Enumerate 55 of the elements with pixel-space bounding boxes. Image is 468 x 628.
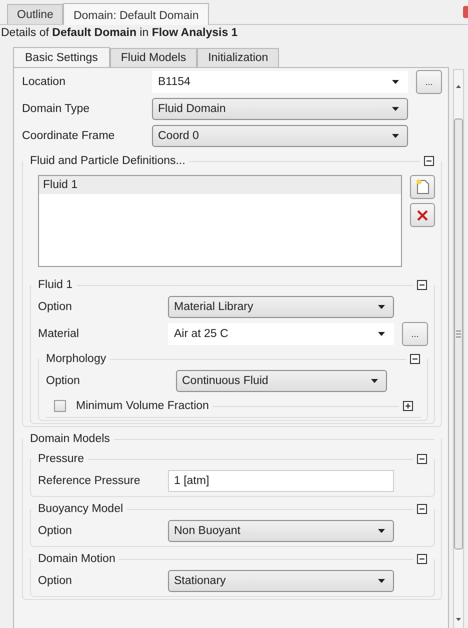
tab[interactable]: Outline	[7, 4, 64, 24]
field-label: Option	[38, 300, 73, 312]
expand-icon[interactable]	[403, 401, 413, 411]
collapse-icon[interactable]	[417, 504, 427, 514]
dropdown-arrow-icon[interactable]	[378, 304, 385, 308]
field-label: Location	[22, 76, 66, 88]
tab[interactable]: Basic Settings	[13, 47, 110, 68]
field-label: Material	[38, 328, 80, 340]
tab[interactable]: Fluid Models	[110, 48, 198, 67]
field-label: Reference Pressure	[38, 474, 142, 486]
browse-button[interactable]: ...	[416, 70, 442, 94]
input-field[interactable]: 1 [atm]	[168, 470, 394, 492]
dropdown-arrow-icon[interactable]	[371, 378, 378, 382]
group-title: Fluid 1	[38, 279, 73, 291]
tab[interactable]: Initialization	[197, 48, 280, 67]
combo-box[interactable]: Air at 25 C	[168, 322, 394, 344]
checkbox[interactable]	[54, 400, 66, 412]
collapse-icon[interactable]	[417, 280, 427, 290]
tab[interactable]: Domain: Default Domain	[63, 3, 209, 25]
group-title: Minimum Volume Fraction	[76, 400, 209, 412]
delete-button[interactable]	[410, 203, 435, 227]
group-title: Morphology	[46, 353, 106, 365]
new-button[interactable]	[410, 175, 435, 199]
group-title: Fluid and Particle Definitions...	[30, 155, 186, 167]
dropdown[interactable]: Continuous Fluid	[176, 370, 387, 392]
combo-box[interactable]: B1154	[152, 70, 408, 92]
group-title: Domain Motion	[38, 553, 116, 565]
dropdown[interactable]: Fluid Domain	[152, 98, 408, 120]
field-label: Domain Type	[22, 102, 91, 114]
dropdown[interactable]: Material Library	[168, 296, 394, 318]
collapse-icon[interactable]	[417, 554, 427, 564]
field-label: Coordinate Frame	[22, 130, 116, 142]
dropdown[interactable]: Coord 0	[152, 124, 408, 146]
list-item[interactable]: Fluid 1	[39, 176, 401, 194]
scroll-bar[interactable]	[453, 69, 464, 628]
document-icon	[416, 179, 430, 195]
dropdown-arrow-icon[interactable]	[378, 528, 385, 532]
browse-button[interactable]: ...	[402, 322, 428, 346]
dropdown-arrow-icon[interactable]	[378, 332, 385, 336]
field-label: Option	[38, 524, 73, 536]
collapse-icon[interactable]	[410, 354, 420, 364]
collapse-icon[interactable]	[424, 156, 434, 166]
group-title: Pressure	[38, 453, 84, 465]
dropdown-arrow-icon[interactable]	[392, 80, 399, 84]
dropdown-arrow-icon[interactable]	[392, 106, 399, 110]
dropdown-arrow-icon[interactable]	[392, 134, 399, 138]
group-title: Domain Models	[30, 433, 110, 445]
collapse-icon[interactable]	[417, 454, 427, 464]
field-label: Option	[46, 374, 81, 386]
dropdown-arrow-icon[interactable]	[378, 578, 385, 582]
dropdown[interactable]: Non Buoyant	[168, 520, 394, 542]
field-label: Option	[38, 574, 73, 586]
details-heading: Details of Default Domain in Flow Analysis 1	[0, 26, 239, 41]
dropdown[interactable]: Stationary	[168, 570, 394, 592]
group-title: Buoyancy Model	[38, 503, 124, 515]
